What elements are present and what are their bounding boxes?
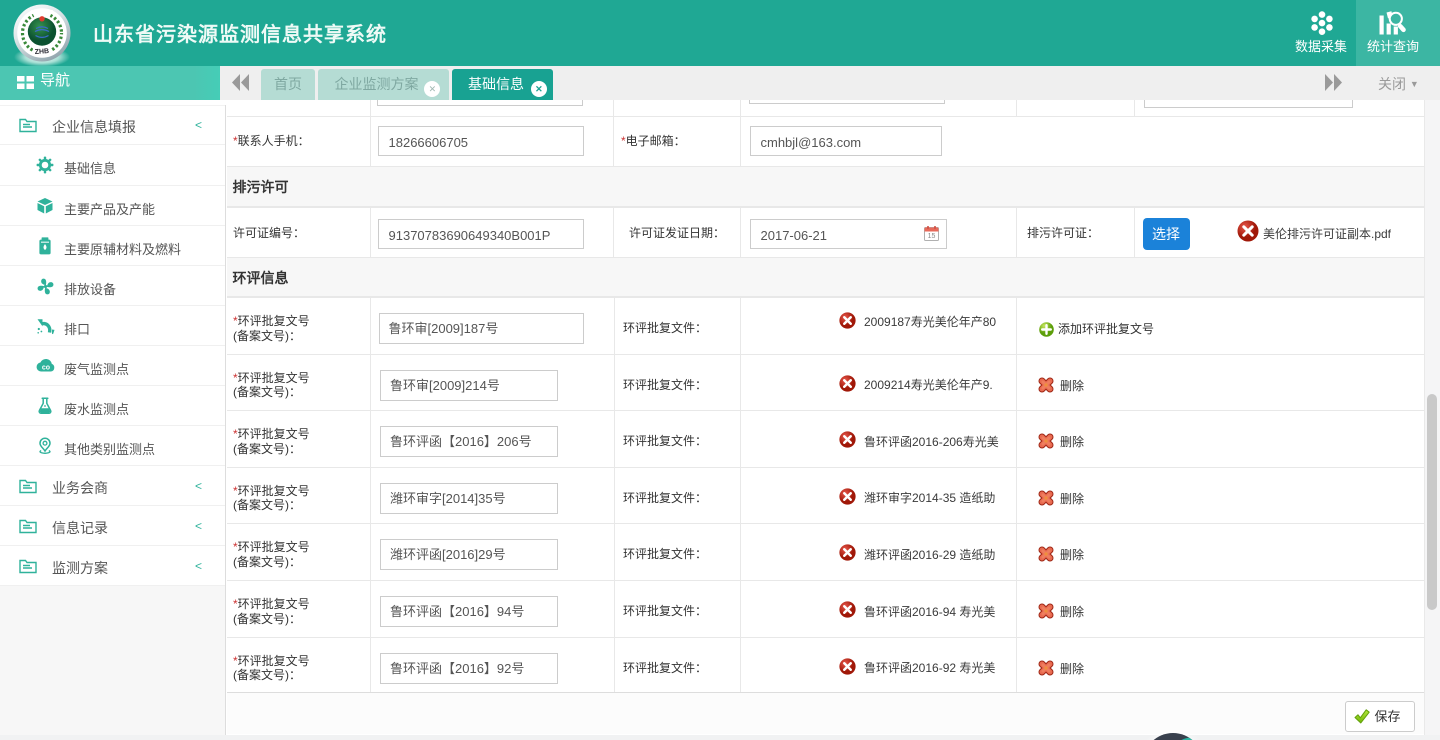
svg-text:ZHB: ZHB	[34, 48, 49, 56]
svg-text:15: 15	[928, 233, 936, 240]
svg-text:co: co	[42, 364, 50, 371]
